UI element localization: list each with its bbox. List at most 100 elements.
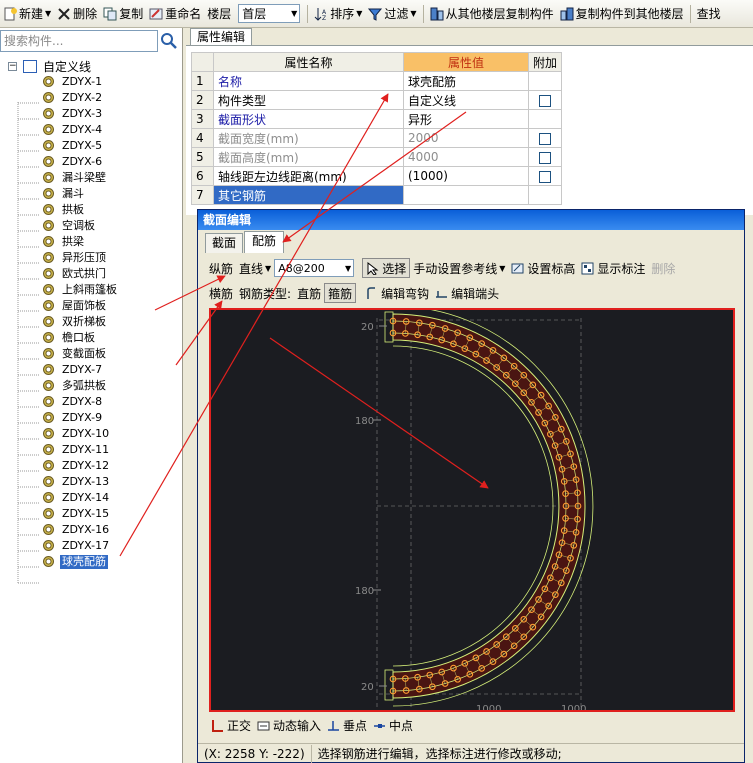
- collapse-icon[interactable]: −: [8, 61, 17, 71]
- row-number: 3: [191, 109, 214, 129]
- dialog-title[interactable]: 截面编辑: [198, 210, 744, 230]
- tree-item[interactable]: 漏斗梁壁: [43, 170, 108, 185]
- toolbar-divider: [689, 4, 691, 23]
- tree-item[interactable]: ZDYX-15: [43, 506, 111, 521]
- tree-item[interactable]: ZDYX-9: [43, 410, 104, 425]
- manual-reference-line-select[interactable]: 手动设置参考线 ▼: [410, 258, 508, 278]
- tree-item[interactable]: ZDYX-7: [43, 362, 104, 377]
- property-value[interactable]: 2000: [403, 128, 529, 148]
- tree-item[interactable]: ZDYX-14: [43, 490, 111, 505]
- tree-item-label: 异形压顶: [62, 250, 106, 264]
- extra-checkbox[interactable]: [539, 151, 551, 164]
- property-editor-panel: 属性名称 属性值 附加 1 名称 球壳配筋 2 构件类型 自定义线 3 截面形状 异形 4 截面宽度…: [186, 45, 753, 215]
- tree-item[interactable]: ZDYX-2: [43, 90, 104, 105]
- property-row[interactable]: 3 截面形状 异形: [191, 109, 563, 129]
- tree-item[interactable]: ZDYX-16: [43, 522, 111, 537]
- show-label-button[interactable]: 显示标注: [578, 258, 648, 278]
- tree-item[interactable]: 上斜雨篷板: [43, 282, 119, 297]
- chevron-down-icon: ▼: [499, 263, 506, 273]
- property-row[interactable]: 6 轴线距左边线距离(mm) (1000): [191, 166, 563, 186]
- tree-item[interactable]: 拱梁: [43, 234, 86, 249]
- tree-item[interactable]: 球壳配筋: [43, 554, 108, 569]
- property-row[interactable]: 2 构件类型 自定义线: [191, 90, 563, 110]
- tree-item[interactable]: ZDYX-11: [43, 442, 111, 457]
- tree-item[interactable]: ZDYX-3: [43, 106, 104, 121]
- tab-section[interactable]: 截面: [205, 233, 243, 253]
- component-gear-icon: [43, 476, 54, 487]
- component-gear-icon: [43, 412, 54, 423]
- property-row[interactable]: 1 名称 球壳配筋: [191, 71, 563, 91]
- edit-hook-button[interactable]: 编辑弯钩: [362, 283, 432, 303]
- tree-item[interactable]: ZDYX-10: [43, 426, 111, 441]
- tab-property-editor[interactable]: 属性编辑: [190, 28, 252, 46]
- midpoint-button[interactable]: 中点: [370, 715, 416, 735]
- search-more-button[interactable]: 查找: [694, 3, 724, 25]
- component-gear-icon: [43, 236, 54, 247]
- component-gear-icon: [43, 204, 54, 215]
- tree-item[interactable]: 檐口板: [43, 330, 97, 345]
- straight-rebar-button[interactable]: 直筋: [294, 283, 324, 303]
- tree-item[interactable]: ZDYX-4: [43, 122, 104, 137]
- search-icon[interactable]: [160, 32, 178, 50]
- extra-checkbox[interactable]: [539, 132, 551, 145]
- select-button[interactable]: 选择: [362, 258, 411, 278]
- tree-item[interactable]: 变截面板: [43, 346, 108, 361]
- delete-label-button[interactable]: 删除: [648, 258, 678, 278]
- rebar-spec-select[interactable]: A8@200 ▼: [274, 259, 355, 277]
- copy-button[interactable]: 复制: [100, 3, 146, 25]
- tree-item[interactable]: ZDYX-1: [43, 74, 104, 89]
- dimension-label: 180: [355, 416, 374, 427]
- stirrup-rebar-button[interactable]: 箍筋: [324, 283, 357, 303]
- tree-item[interactable]: ZDYX-12: [43, 458, 111, 473]
- section-drawing-canvas[interactable]: 20 180 180 20 1000 1000: [209, 308, 735, 712]
- property-extra: [527, 166, 563, 186]
- rebar-type-label: 钢筋类型:: [239, 286, 292, 301]
- tree-item[interactable]: 异形压顶: [43, 250, 108, 265]
- property-row[interactable]: 7 其它钢筋: [191, 185, 563, 205]
- tree-item[interactable]: ZDYX-8: [43, 394, 104, 409]
- orthogonal-button[interactable]: 正交: [208, 715, 254, 735]
- tree-item[interactable]: 拱板: [43, 202, 86, 217]
- longitudinal-rebar-button[interactable]: 纵筋: [206, 258, 236, 278]
- edit-end-button[interactable]: 编辑端头: [432, 283, 502, 303]
- property-value[interactable]: 自定义线: [403, 90, 529, 110]
- delete-button[interactable]: 删除: [54, 3, 100, 25]
- tree-item[interactable]: ZDYX-5: [43, 138, 104, 153]
- tab-rebar[interactable]: 配筋: [244, 231, 284, 253]
- tree-item[interactable]: 屋面饰板: [43, 298, 108, 313]
- new-button[interactable]: 新建 ▼: [0, 3, 54, 25]
- tree-item[interactable]: ZDYX-6: [43, 154, 104, 169]
- filter-button[interactable]: 过滤 ▼: [365, 3, 419, 25]
- transverse-rebar-button[interactable]: 横筋: [206, 283, 236, 303]
- tree-item[interactable]: 双折梯板: [43, 314, 108, 329]
- search-input[interactable]: 搜索构件...: [0, 30, 158, 52]
- property-value[interactable]: 异形: [403, 109, 529, 129]
- rename-button[interactable]: 重命名: [146, 3, 204, 25]
- property-value[interactable]: [403, 185, 529, 205]
- property-extra: [527, 90, 563, 110]
- extra-checkbox[interactable]: [539, 170, 551, 183]
- property-row[interactable]: 5 截面高度(mm) 4000: [191, 147, 563, 167]
- tree-root-node[interactable]: − 自定义线: [8, 58, 91, 74]
- tree-item[interactable]: ZDYX-13: [43, 474, 111, 489]
- property-value[interactable]: 球壳配筋: [403, 71, 529, 91]
- property-row[interactable]: 4 截面宽度(mm) 2000: [191, 128, 563, 148]
- set-label-button[interactable]: 设置标高: [508, 258, 578, 278]
- tree-item[interactable]: 漏斗: [43, 186, 86, 201]
- tree-item[interactable]: 多弧拱板: [43, 378, 108, 393]
- copy-from-other-floor-button[interactable]: 从其他楼层复制构件: [427, 3, 557, 25]
- dynamic-input-button[interactable]: 动态输入: [254, 715, 324, 735]
- copy-to-other-floor-button[interactable]: 复制构件到其他楼层: [557, 3, 687, 25]
- perpendicular-button[interactable]: 垂点: [324, 715, 370, 735]
- property-value[interactable]: 4000: [403, 147, 529, 167]
- line-type-select[interactable]: 直线 ▼: [236, 258, 274, 278]
- extra-checkbox[interactable]: [539, 94, 551, 107]
- tree-item[interactable]: 欧式拱门: [43, 266, 108, 281]
- tree-item[interactable]: ZDYX-17: [43, 538, 111, 553]
- sort-button[interactable]: AZ 排序 ▼: [311, 3, 365, 25]
- floor-select[interactable]: 首层 ▼: [238, 4, 301, 23]
- tree-item[interactable]: 空调板: [43, 218, 97, 233]
- property-name-header: 属性名称: [213, 52, 404, 72]
- row-number: 6: [191, 166, 214, 186]
- property-value[interactable]: (1000): [403, 166, 529, 186]
